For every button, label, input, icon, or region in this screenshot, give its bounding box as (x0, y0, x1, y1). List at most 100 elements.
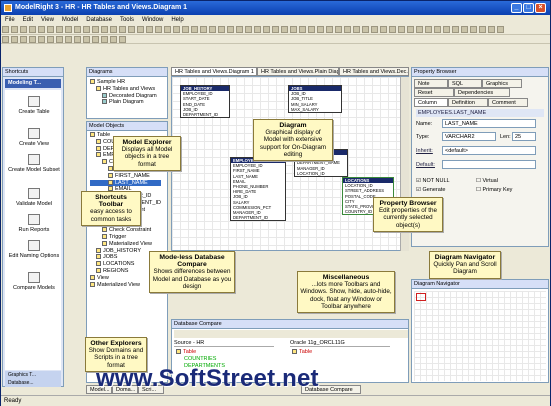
entity-column[interactable]: DEPARTMENT_ID (181, 112, 229, 117)
toolbar-button[interactable] (128, 26, 135, 33)
model-tree-item[interactable]: Trigger (90, 234, 161, 241)
toolbar-button[interactable] (137, 26, 144, 33)
toolbar-button[interactable] (416, 26, 423, 33)
toolbar-button[interactable] (443, 26, 450, 33)
toolbar-button[interactable] (236, 26, 243, 33)
toolbar-button[interactable] (461, 26, 468, 33)
diagram-tree-item[interactable]: Sample HR (90, 79, 157, 86)
toolbar-button[interactable] (497, 26, 504, 33)
toolbar-button[interactable] (110, 36, 117, 43)
entity-jobs[interactable]: JOBS JOB_ID JOB_TITLE MIN_SALARY MAX_SALARY (288, 85, 342, 114)
generate-checkbox[interactable]: ☑ Generate (416, 187, 445, 193)
toolbar-button[interactable] (470, 26, 477, 33)
toolbar-button[interactable] (182, 26, 189, 33)
toolbar-button[interactable] (2, 26, 9, 33)
compare-models-shortcut[interactable]: Compare Models (5, 272, 63, 291)
length-input[interactable]: 25 (512, 132, 536, 141)
toolbar-button[interactable] (191, 26, 198, 33)
toolbar-button[interactable] (200, 26, 207, 33)
edit-naming-shortcut[interactable]: Edit Naming Options (5, 240, 63, 259)
toolbar-button[interactable] (479, 26, 486, 33)
toolbar-button[interactable] (281, 26, 288, 33)
compare-right-source[interactable]: Oracle 11g_ORCL11G (290, 339, 390, 347)
close-button[interactable]: × (535, 3, 546, 13)
toolbar-button[interactable] (371, 26, 378, 33)
menu-view[interactable]: View (37, 15, 58, 25)
validate-model-shortcut[interactable]: Validate Model (5, 188, 63, 207)
tab-graphics[interactable]: Graphics (482, 79, 522, 88)
tab-sql[interactable]: SQL (448, 79, 482, 88)
toolbar-button[interactable] (101, 36, 108, 43)
entity-column[interactable]: LOCATION_ID (295, 171, 347, 176)
create-subset-shortcut[interactable]: Create Model Subset (5, 154, 63, 173)
entity-column[interactable]: DEPARTMENT_ID (231, 215, 285, 220)
toolbar-button[interactable] (362, 26, 369, 33)
menu-file[interactable]: File (1, 15, 19, 25)
toolbar-button[interactable] (146, 26, 153, 33)
default-label[interactable]: Default: (416, 162, 435, 168)
toolbar-button[interactable] (38, 26, 45, 33)
toolbar-button[interactable] (164, 26, 171, 33)
toolbar-button[interactable] (11, 26, 18, 33)
toolbar-button[interactable] (74, 36, 81, 43)
toolbar-button[interactable] (38, 36, 45, 43)
toolbar-button[interactable] (227, 26, 234, 33)
compare-right-item[interactable]: Table (292, 349, 312, 356)
toolbar-button[interactable] (20, 36, 27, 43)
run-reports-shortcut[interactable]: Run Reports (5, 214, 63, 233)
navigator-viewport[interactable] (416, 293, 426, 301)
reset-button[interactable]: Reset (414, 88, 454, 97)
toolbar-button[interactable] (272, 26, 279, 33)
inherit-select[interactable]: <default> (442, 146, 536, 155)
toolbar-button[interactable] (308, 26, 315, 33)
toolbar-button[interactable] (83, 26, 90, 33)
minimize-button[interactable]: _ (511, 3, 522, 13)
toolbar-button[interactable] (83, 36, 90, 43)
tab-dependencies[interactable]: Dependencies (454, 88, 510, 97)
toolbar-button[interactable] (326, 26, 333, 33)
menu-model[interactable]: Model (58, 15, 82, 25)
toolbar-button[interactable] (263, 26, 270, 33)
toolbar-button[interactable] (389, 26, 396, 33)
menu-edit[interactable]: Edit (19, 15, 37, 25)
toolbar-button[interactable] (317, 26, 324, 33)
database-toolbar-group[interactable]: Database... (5, 379, 61, 387)
toolbar-button[interactable] (56, 36, 63, 43)
toolbar-button[interactable] (47, 36, 54, 43)
model-tree-item[interactable]: LAST_NAME (90, 179, 161, 187)
tab-definition[interactable]: Definition (448, 98, 488, 107)
toolbar-button[interactable] (29, 26, 36, 33)
tab-plain-diagram[interactable]: HR Tables and Views.Plain Diagram (257, 67, 339, 76)
toolbar-button[interactable] (353, 26, 360, 33)
toolbar-button[interactable] (299, 26, 306, 33)
model-tree-item[interactable]: Materialized View (90, 241, 161, 248)
entity-column[interactable]: DEPARTMENT_NAME (295, 160, 347, 165)
toolbar-button[interactable] (335, 26, 342, 33)
toolbar-button[interactable] (74, 26, 81, 33)
not-null-checkbox[interactable]: ☑ NOT NULL (416, 178, 450, 184)
compare-left-item[interactable]: COUNTRIES (176, 356, 225, 363)
toolbar-button[interactable] (173, 26, 180, 33)
compare-left-item[interactable]: Table (176, 349, 225, 356)
default-input[interactable] (442, 160, 536, 169)
inherit-label[interactable]: Inherit: (416, 148, 433, 154)
diagram-tree-item[interactable]: HR Tables and Views (90, 86, 157, 93)
toolbar-button[interactable] (155, 26, 162, 33)
toolbar-button[interactable] (290, 26, 297, 33)
create-table-shortcut[interactable]: Create Table (5, 96, 63, 115)
toolbar-button[interactable] (119, 26, 126, 33)
toolbar-button[interactable] (488, 26, 495, 33)
menu-help[interactable]: Help (167, 15, 187, 25)
toolbar-button[interactable] (11, 36, 18, 43)
type-select[interactable]: VARCHAR2 (442, 132, 496, 141)
toolbar-button[interactable] (92, 36, 99, 43)
shortcuts-group-title[interactable]: Modeling T... (5, 79, 61, 88)
tab-decorated-diagram[interactable]: HR Tables and Views.Dec... (339, 67, 409, 76)
tab-note[interactable]: Note (414, 79, 448, 88)
tab-column[interactable]: Column (414, 98, 448, 107)
toolbar-button[interactable] (398, 26, 405, 33)
primary-key-checkbox[interactable]: ☐ Primary Key (476, 187, 512, 193)
toolbar-button[interactable] (344, 26, 351, 33)
toolbar-button[interactable] (119, 36, 126, 43)
name-input[interactable]: LAST_NAME (442, 119, 536, 128)
